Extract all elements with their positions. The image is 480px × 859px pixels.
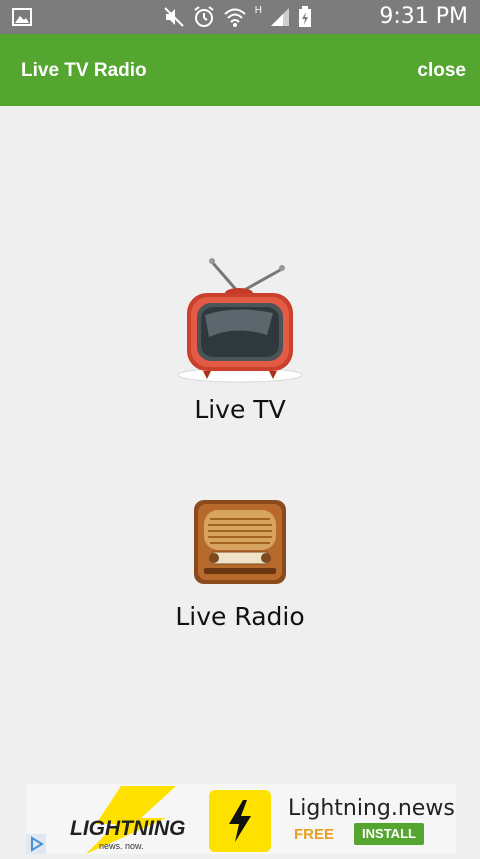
live-radio-label: Live Radio <box>175 602 305 631</box>
alarm-icon <box>194 6 214 27</box>
mute-icon <box>164 7 184 27</box>
ad-logo-text: LIGHTNING <box>70 817 186 840</box>
ad-logo-tagline: news. now. <box>99 841 144 851</box>
install-button[interactable]: INSTALL <box>354 823 424 845</box>
ad-app-name: Lightning.news <box>288 796 455 821</box>
live-tv-button[interactable]: Live TV <box>0 255 480 424</box>
app-bar: Live TV Radio close <box>0 34 480 106</box>
app-title: Live TV Radio <box>21 60 147 81</box>
lightning-bolt-icon <box>229 800 251 842</box>
status-bar: H 9:31 PM <box>0 0 480 34</box>
gallery-icon <box>12 8 32 26</box>
adchoices-triangle-icon <box>31 836 44 852</box>
ad-price: FREE <box>294 826 335 843</box>
tv-icon <box>177 258 303 383</box>
network-type-icon: H <box>254 5 262 16</box>
close-button[interactable]: close <box>417 60 466 82</box>
ad-app-icon <box>209 790 271 852</box>
wifi-icon <box>224 8 246 27</box>
signal-icon <box>271 8 289 26</box>
status-time: 9:31 PM <box>379 4 468 29</box>
live-radio-button[interactable]: Live Radio <box>0 498 480 631</box>
battery-charging-icon <box>299 6 311 27</box>
live-tv-label: Live TV <box>194 395 286 424</box>
radio-icon <box>194 500 286 584</box>
status-icons: H <box>163 5 312 29</box>
ad-banner[interactable]: LIGHTNING news. now. Lightning.news FREE… <box>26 784 456 854</box>
adchoices-icon[interactable] <box>26 834 46 854</box>
